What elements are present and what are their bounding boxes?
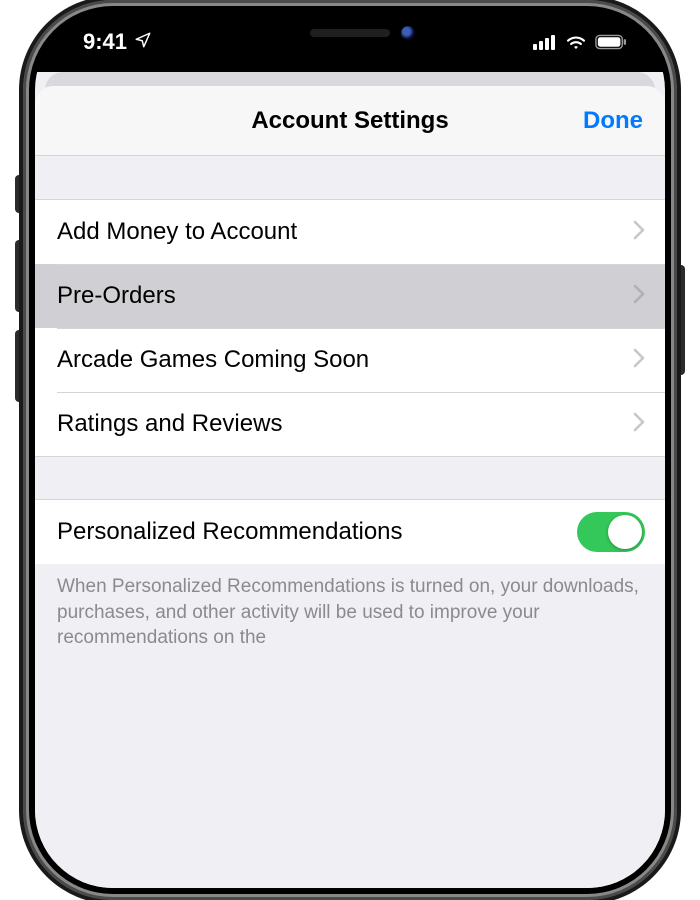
row-label: Pre-Orders — [57, 282, 633, 310]
row-label: Ratings and Reviews — [57, 410, 633, 438]
section-spacer — [35, 456, 665, 500]
row-pre-orders[interactable]: Pre-Orders — [35, 264, 665, 328]
chevron-right-icon — [633, 284, 645, 309]
nav-header: Account Settings Done — [35, 86, 665, 156]
row-arcade-coming-soon[interactable]: Arcade Games Coming Soon — [35, 328, 665, 392]
location-icon — [134, 31, 152, 54]
device-screen: 9:41 — [35, 12, 665, 888]
volume-up-button — [15, 240, 23, 312]
section-footer-text: When Personalized Recommendations is tur… — [35, 564, 665, 651]
speaker-grille — [310, 29, 390, 37]
chevron-right-icon — [633, 220, 645, 245]
row-label: Personalized Recommendations — [57, 518, 577, 546]
row-label: Arcade Games Coming Soon — [57, 346, 633, 374]
device-notch — [205, 12, 495, 54]
power-button — [677, 265, 685, 375]
chevron-right-icon — [633, 348, 645, 373]
toggle-knob — [608, 515, 642, 549]
row-add-money[interactable]: Add Money to Account — [35, 200, 665, 264]
volume-down-button — [15, 330, 23, 402]
chevron-right-icon — [633, 412, 645, 437]
battery-icon — [595, 34, 627, 50]
front-camera — [401, 26, 415, 40]
row-ratings-reviews[interactable]: Ratings and Reviews — [35, 392, 665, 456]
modal-card-stack: Account Settings Done Add Money to Accou… — [35, 72, 665, 888]
account-settings-sheet: Account Settings Done Add Money to Accou… — [35, 86, 665, 888]
personalized-recommendations-toggle[interactable] — [577, 512, 645, 552]
cellular-icon — [533, 34, 557, 50]
done-button[interactable]: Done — [583, 107, 643, 135]
page-title: Account Settings — [251, 107, 448, 135]
status-time: 9:41 — [83, 29, 127, 55]
row-label: Add Money to Account — [57, 218, 633, 246]
section-spacer — [35, 156, 665, 200]
phone-chassis: 9:41 — [23, 0, 677, 900]
row-personalized-recommendations: Personalized Recommendations — [35, 500, 665, 564]
mute-switch — [15, 175, 23, 213]
wifi-icon — [565, 34, 587, 50]
